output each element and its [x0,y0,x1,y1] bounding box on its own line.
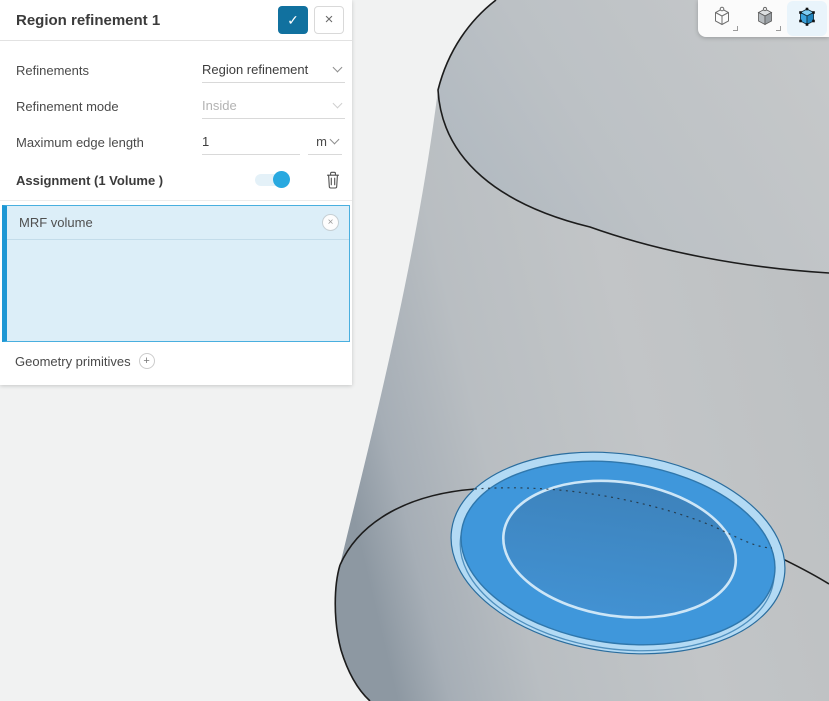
selection-cube-icon [796,6,818,31]
assigned-volume-card[interactable]: MRF volume × [2,205,350,342]
unit-value: m [316,134,327,149]
region-refinement-panel: Region refinement 1 ✓ × Refinements Regi… [0,0,352,385]
chevron-down-icon [329,134,340,145]
max-edge-length-row: Maximum edge length 1 m [0,124,352,160]
unit-select[interactable]: m [308,129,342,155]
assigned-volume-header: MRF volume × [7,206,349,240]
wireframe-cube-icon [711,6,733,31]
max-edge-length-label: Maximum edge length [16,134,144,150]
refinements-select[interactable]: Region refinement [202,57,345,83]
close-icon: × [324,11,334,28]
refinements-label: Refinements [16,62,89,78]
add-geometry-primitive-button[interactable]: + [138,353,155,369]
view-mode-solid-button[interactable] [745,2,785,35]
chevron-down-icon [332,62,343,73]
submenu-corner-icon [775,26,781,31]
refinements-value: Region refinement [202,62,309,77]
chevron-down-icon [332,98,343,109]
close-button[interactable]: × [314,6,344,34]
remove-volume-button[interactable]: × [322,214,339,231]
refinement-mode-select: Inside [202,93,345,119]
trash-icon [325,171,341,193]
check-icon: ✓ [287,12,299,28]
view-mode-selection-button[interactable] [787,1,827,36]
panel-header: Region refinement 1 ✓ × [0,0,352,41]
remove-x-icon: × [327,216,334,228]
max-edge-length-value: 1 [202,134,210,149]
toggle-knob [273,171,290,188]
plus-icon: + [143,354,150,367]
assigned-volume-name: MRF volume [19,215,93,230]
assignment-toggle[interactable] [255,171,290,188]
max-edge-length-input[interactable]: 1 [202,129,300,155]
panel-title: Region refinement 1 [16,11,161,29]
assignment-row: Assignment (1 Volume ) [0,160,352,200]
view-mode-toolbar [698,0,829,37]
panel-body: Refinements Region refinement Refinement… [0,41,352,375]
geometry-primitives-row: Geometry primitives + [0,347,352,375]
view-mode-wireframe-button[interactable] [702,2,742,35]
refinements-row: Refinements Region refinement [0,52,352,88]
geometry-primitives-label: Geometry primitives [15,353,131,369]
refinement-mode-row: Refinement mode Inside [0,88,352,124]
solid-cube-icon [754,6,776,31]
submenu-corner-icon [733,26,738,31]
refinement-mode-label: Refinement mode [16,98,119,114]
assignment-label: Assignment (1 Volume ) [16,172,164,188]
assignment-separator [0,200,352,201]
refinement-mode-value: Inside [202,98,237,113]
confirm-button[interactable]: ✓ [278,6,308,34]
delete-assignment-button[interactable] [325,170,341,190]
